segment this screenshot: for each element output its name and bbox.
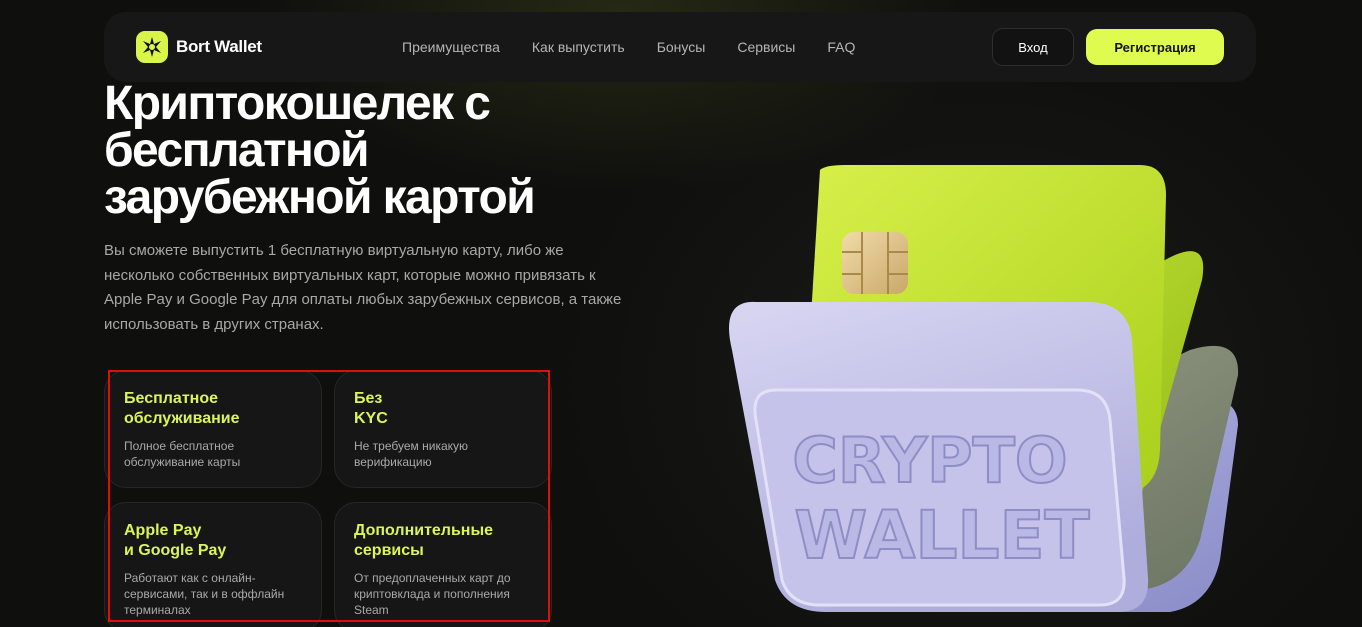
feature-text: Не требуем никакую верификацию: [354, 439, 469, 469]
wallet-word-crypto: CRYPTO: [792, 424, 1067, 497]
site-header: Bort Wallet Преимущества Как выпустить Б…: [104, 12, 1256, 82]
star-burst-icon: [136, 31, 168, 63]
brand-logo[interactable]: Bort Wallet: [136, 31, 262, 63]
feature-card-free-service: Бесплатное обслуживание Полное бесплатно…: [104, 370, 322, 488]
feature-title: Apple Pay и Google Pay: [124, 522, 227, 559]
wallet-word-wallet: WALLET: [794, 497, 1089, 574]
brand-name: Bort Wallet: [176, 37, 262, 56]
feature-card-no-kyc: Без KYC Не требуем никакую верификацию: [334, 370, 552, 488]
nav-link-bonuses[interactable]: Бонусы: [657, 38, 706, 56]
feature-title: Без KYC: [354, 390, 388, 427]
feature-card-extra-services: Дополнительные сервисы От предоплаченных…: [334, 502, 552, 627]
feature-card-apple-google-pay: Apple Pay и Google Pay Работают как с он…: [104, 502, 322, 627]
feature-text: Полное бесплатное обслуживание карты: [124, 439, 241, 469]
register-button[interactable]: Регистрация: [1086, 29, 1224, 65]
nav-link-how-to-issue[interactable]: Как выпустить: [532, 38, 625, 56]
nav-link-services[interactable]: Сервисы: [737, 38, 795, 56]
feature-text: От предоплаченных карт до криптовклада и…: [354, 571, 511, 617]
login-button[interactable]: Вход: [992, 28, 1074, 66]
feature-title: Бесплатное обслуживание: [124, 390, 240, 427]
nav-link-advantages[interactable]: Преимущества: [402, 38, 500, 56]
main-nav: Преимущества Как выпустить Бонусы Сервис…: [402, 38, 855, 56]
feature-title: Дополнительные сервисы: [354, 522, 494, 559]
feature-grid: Бесплатное обслуживание Полное бесплатно…: [104, 370, 554, 627]
hero-description: Вы сможете выпустить 1 бесплатную виртуа…: [104, 242, 622, 333]
nav-link-faq[interactable]: FAQ: [827, 38, 855, 56]
crypto-wallet-illustration: CRYPTO WALLET: [720, 150, 1260, 627]
hero-title: Криптокошелек с бесплатной зарубежной ка…: [104, 77, 536, 224]
feature-text: Работают как с онлайн- сервисами, так и …: [124, 571, 285, 617]
